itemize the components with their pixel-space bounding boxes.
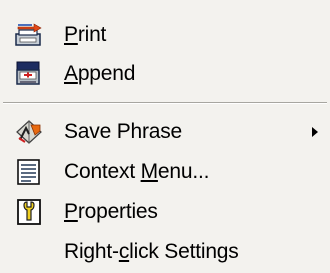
save-phrase-icon [14, 118, 44, 146]
context-menu-icon [14, 158, 44, 186]
properties-icon [14, 198, 44, 226]
context-menu: Print Append Save Phrase Context Menu...… [0, 0, 330, 273]
menu-item-context-menu[interactable]: Context Menu... [0, 155, 330, 189]
menu-item-label: Properties [64, 200, 158, 223]
append-icon [14, 60, 44, 88]
menu-item-label: Save Phrase [64, 120, 183, 143]
menu-item-label: Context Menu... [64, 160, 210, 183]
menu-item-label: Append [64, 62, 136, 85]
menu-item-save-phrase[interactable]: Save Phrase [0, 115, 330, 149]
menu-item-label: Print [64, 23, 107, 46]
print-icon [14, 21, 44, 49]
submenu-arrow-icon [312, 127, 318, 137]
menu-separator [3, 102, 327, 104]
menu-item-label: Right-click Settings [64, 240, 239, 263]
menu-item-properties[interactable]: Properties [0, 195, 330, 229]
menu-item-append[interactable]: Append [0, 57, 330, 91]
menu-item-right-click-settings[interactable]: Right-click Settings [0, 235, 330, 269]
menu-item-print[interactable]: Print [0, 18, 330, 52]
